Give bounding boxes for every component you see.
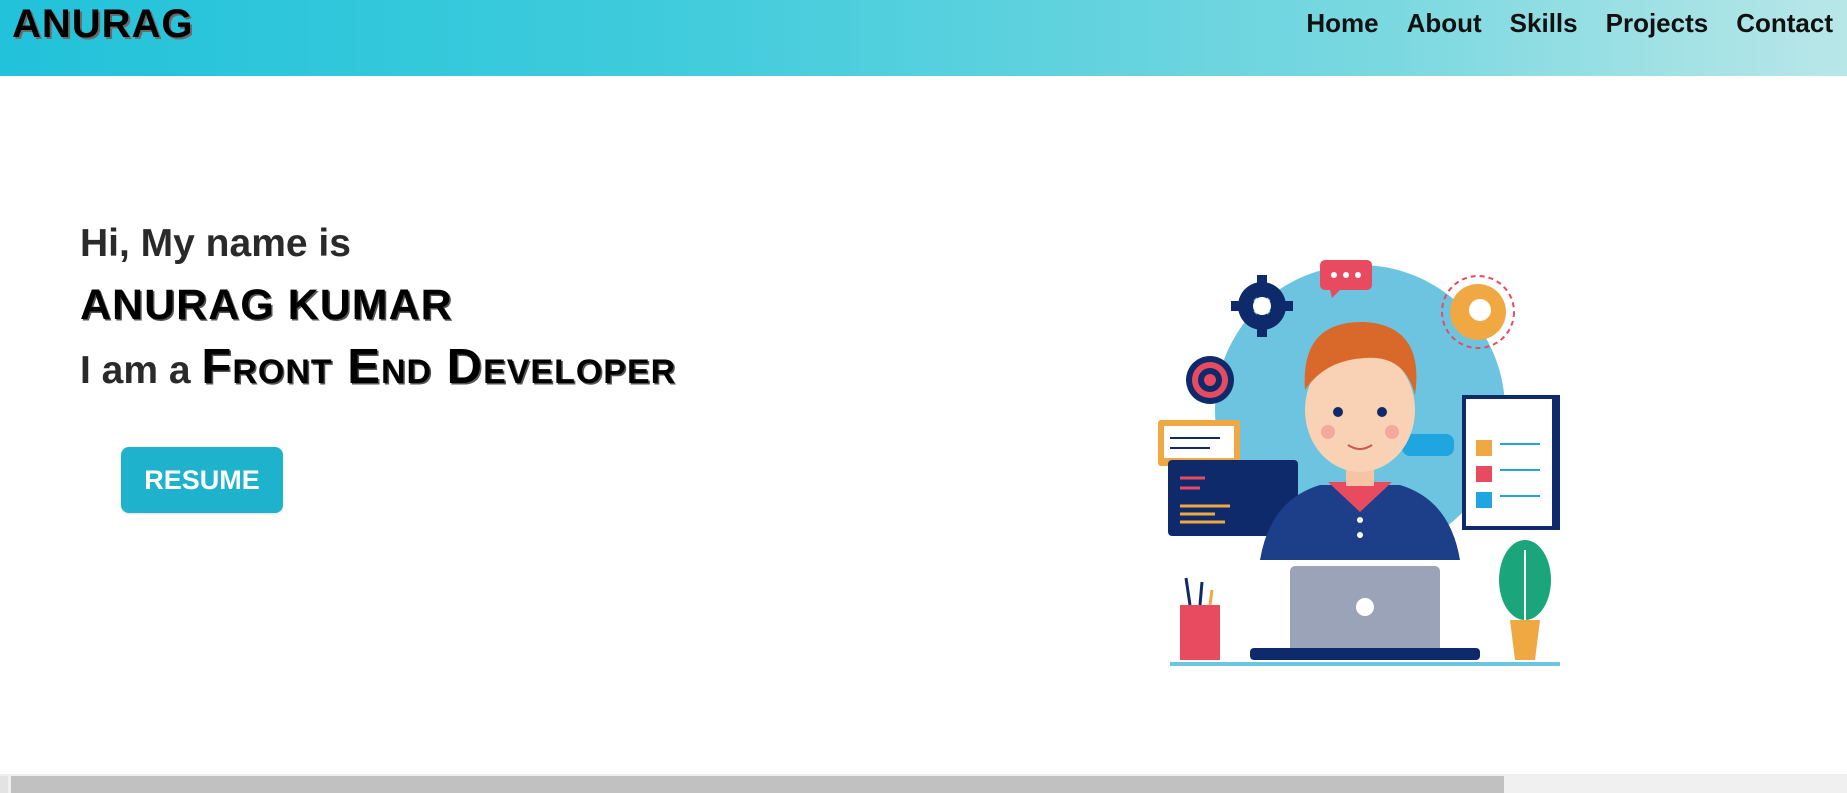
developer-illustration	[1158, 260, 1560, 666]
checklist-icon	[1462, 395, 1560, 530]
horizontal-scrollbar[interactable]	[0, 774, 1847, 793]
resume-button[interactable]: RESUME	[121, 447, 283, 513]
nav-links: Home About Skills Projects Contact	[1292, 6, 1847, 40]
hero-name: ANURAG KUMAR	[80, 281, 453, 329]
scroll-left-icon[interactable]	[0, 776, 8, 793]
target-icon	[1186, 356, 1234, 404]
nav-link-skills[interactable]: Skills	[1496, 6, 1592, 40]
nav-link-home[interactable]: Home	[1292, 6, 1392, 40]
hero-greeting: Hi, My name is	[80, 222, 351, 265]
pencil-cup-icon	[1180, 577, 1220, 660]
plant-icon	[1499, 540, 1551, 660]
nav-link-contact[interactable]: Contact	[1722, 6, 1847, 40]
hero-role-prefix: I am a	[80, 349, 202, 392]
scrollbar-thumb[interactable]	[11, 776, 1504, 793]
laptop-icon	[1250, 566, 1480, 660]
hero-role-line: I am a Front End Developer	[80, 336, 676, 402]
nav-link-projects[interactable]: Projects	[1592, 6, 1723, 40]
hero-role: Front End Developer	[201, 340, 677, 394]
site-logo[interactable]: ANURAG	[12, 2, 194, 47]
hero-intro: Hi, My name is ANURAG KUMAR I am a Front…	[80, 220, 676, 402]
navbar: ANURAG Home About Skills Projects Contac…	[0, 0, 1847, 76]
nav-link-about[interactable]: About	[1393, 6, 1496, 40]
